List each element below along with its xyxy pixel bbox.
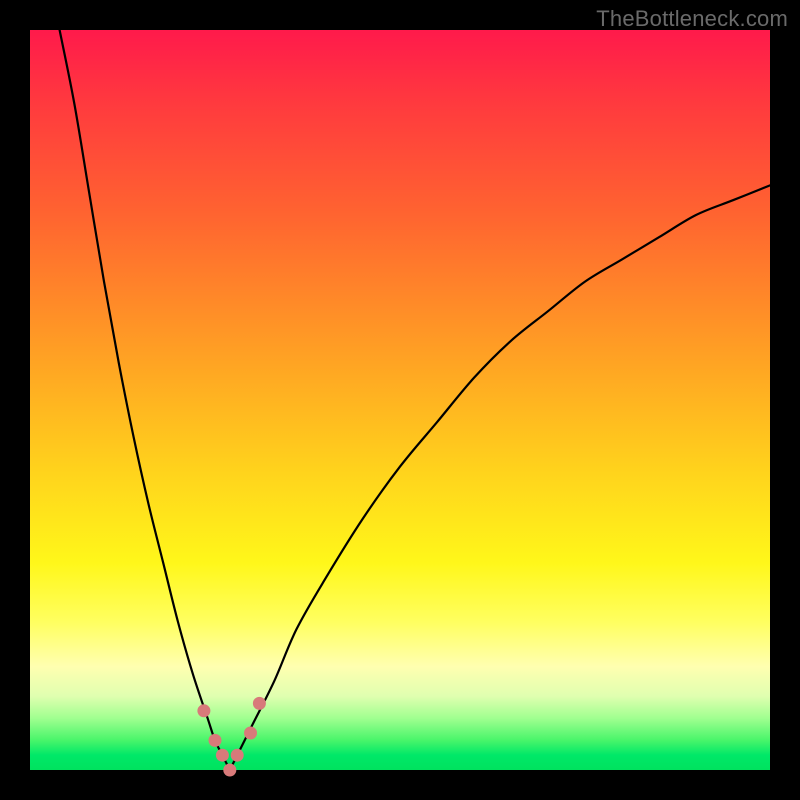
optimum-marker bbox=[231, 749, 244, 762]
marker-layer bbox=[30, 30, 770, 770]
optimum-marker bbox=[223, 764, 236, 777]
optimum-marker bbox=[253, 697, 266, 710]
optimum-marker bbox=[244, 727, 257, 740]
optimum-marker bbox=[216, 749, 229, 762]
optimum-marker bbox=[197, 704, 210, 717]
optimum-marker bbox=[209, 734, 222, 747]
plot-area bbox=[30, 30, 770, 770]
watermark-text: TheBottleneck.com bbox=[596, 6, 788, 32]
optimum-markers bbox=[197, 697, 266, 777]
chart-container: TheBottleneck.com bbox=[0, 0, 800, 800]
